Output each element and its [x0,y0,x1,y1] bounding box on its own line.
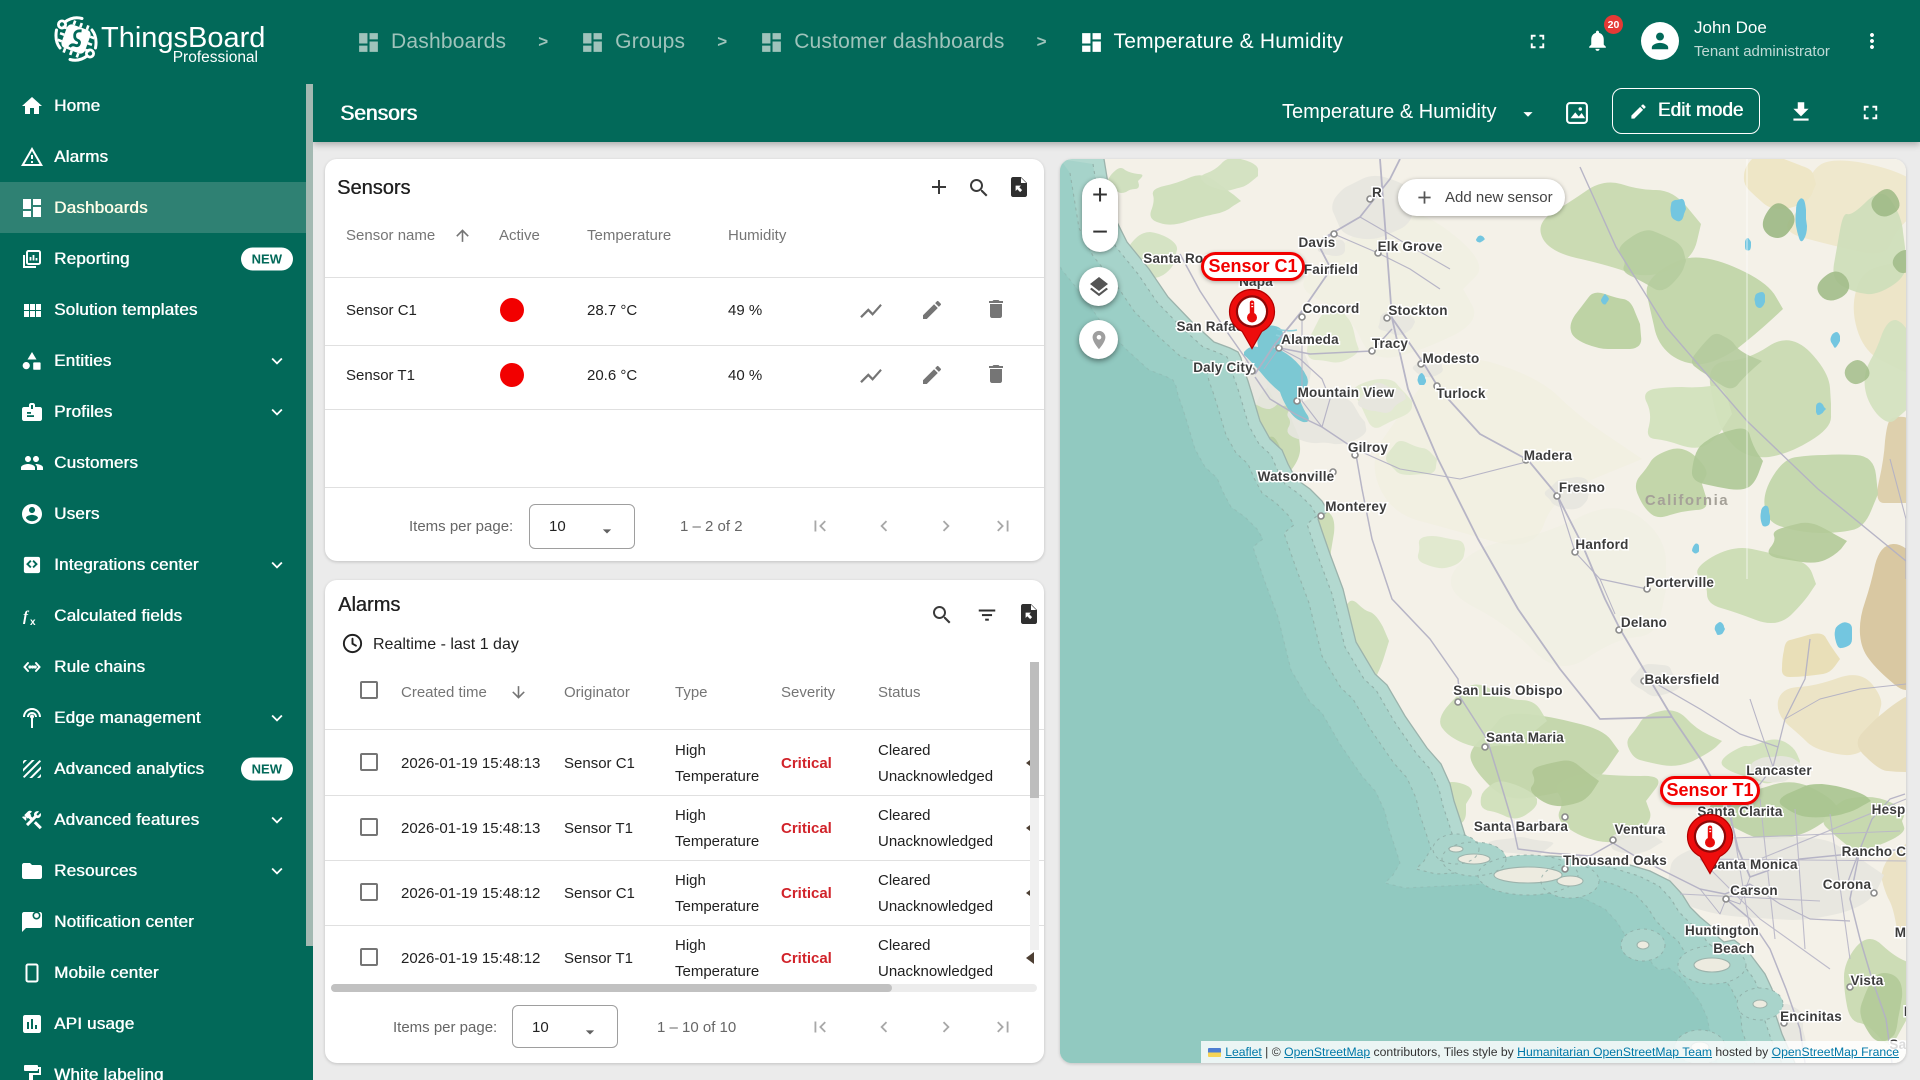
svg-text:Santa Maria: Santa Maria [1486,730,1564,745]
svg-text:Stockton: Stockton [1388,303,1447,318]
svg-text:Alameda: Alameda [1281,332,1339,347]
svg-text:Pow: Pow [1904,1004,1906,1019]
svg-text:Turlock: Turlock [1436,386,1485,401]
svg-text:Hanford: Hanford [1575,537,1628,552]
svg-text:Porterville: Porterville [1646,575,1715,590]
svg-text:x: x [30,617,36,628]
svg-text:Rancho Cucam: Rancho Cucam [1842,844,1906,859]
svg-text:Concord: Concord [1303,301,1360,316]
svg-text:Bakersfield: Bakersfield [1645,672,1720,687]
svg-text:Santa Barbara: Santa Barbara [1474,819,1568,834]
svg-text:Beach: Beach [1713,941,1755,956]
svg-text:Mountain View: Mountain View [1298,385,1395,400]
svg-text:Davis: Davis [1298,235,1335,250]
svg-text:Delano: Delano [1621,615,1667,630]
svg-text:Elk Grove: Elk Grove [1378,239,1443,254]
svg-text:Thousand Oaks: Thousand Oaks [1563,853,1667,868]
svg-text:Vista: Vista [1850,973,1883,988]
svg-text:Modesto: Modesto [1423,351,1480,366]
svg-text:Fairfield: Fairfield [1304,262,1358,277]
svg-text:Carson: Carson [1730,883,1778,898]
svg-text:Huntington: Huntington [1685,923,1759,938]
svg-text:Ventura: Ventura [1615,822,1666,837]
svg-text:Daly City: Daly City [1193,360,1253,375]
svg-text:f: f [23,609,30,625]
svg-text:Gilroy: Gilroy [1348,440,1389,455]
svg-text:Encinitas: Encinitas [1780,1009,1842,1024]
svg-text:Madera: Madera [1524,448,1573,463]
svg-text:Hesperia: Hesperia [1872,802,1906,817]
svg-text:Monterey: Monterey [1325,499,1387,514]
svg-text:Murrie: Murrie [1895,925,1906,940]
svg-text:Fresno: Fresno [1559,480,1605,495]
svg-text:California: California [1645,492,1729,509]
svg-text:Watsonville: Watsonville [1258,469,1335,484]
svg-text:Lancaster: Lancaster [1746,763,1812,778]
svg-text:Corona: Corona [1823,877,1872,892]
svg-text:San Luis Obispo: San Luis Obispo [1453,683,1563,698]
svg-text:R: R [1372,185,1382,200]
svg-text:Tracy: Tracy [1372,336,1409,351]
